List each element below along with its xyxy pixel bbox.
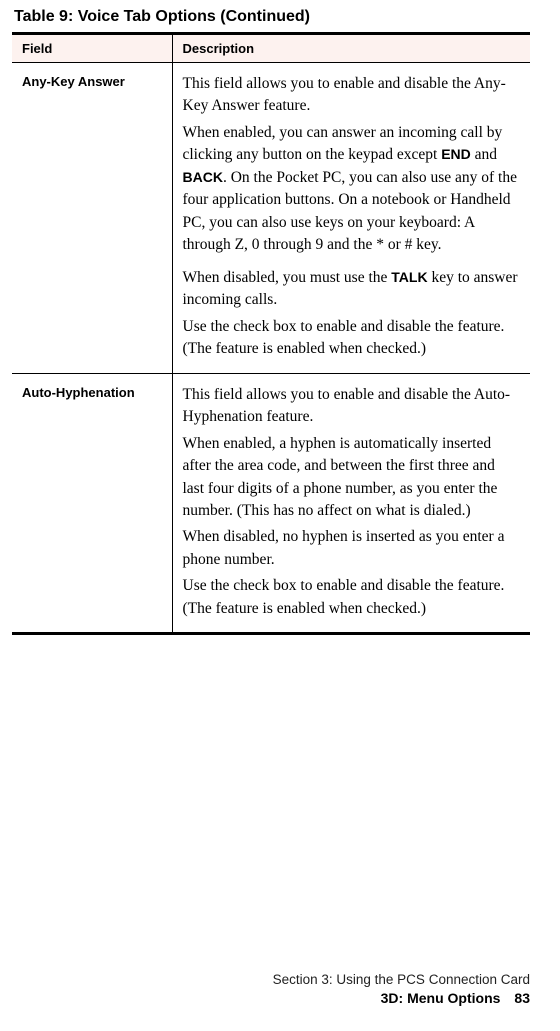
field-auto-hyphenation: Auto-Hyphenation: [12, 373, 172, 634]
table-row: Any-Key Answer This field allows you to …: [12, 63, 530, 374]
keyword-end: END: [441, 146, 471, 162]
field-any-key-answer: Any-Key Answer: [12, 63, 172, 374]
page-footer: Section 3: Using the PCS Connection Card…: [273, 971, 530, 1009]
paragraph: Use the check box to enable and disable …: [183, 316, 521, 361]
paragraph: When enabled, a hyphen is automatically …: [183, 433, 521, 523]
page-number: 83: [514, 990, 530, 1006]
text: and: [471, 146, 497, 163]
breadcrumb: 3D: Menu Options 83: [273, 989, 530, 1009]
table-row: Auto-Hyphenation This field allows you t…: [12, 373, 530, 634]
options-table: Field Description Any-Key Answer This fi…: [12, 32, 530, 635]
paragraph: When disabled, no hyphen is inserted as …: [183, 526, 521, 571]
description-any-key-answer: This field allows you to enable and disa…: [172, 63, 530, 374]
paragraph: When disabled, you must use the TALK key…: [183, 267, 521, 312]
paragraph: This field allows you to enable and disa…: [183, 384, 521, 429]
paragraph: Use the check box to enable and disable …: [183, 575, 521, 620]
paragraph: When enabled, you can answer an incoming…: [183, 122, 521, 257]
table-header-row: Field Description: [12, 34, 530, 63]
text: . On the Pocket PC, you can also use any…: [183, 169, 517, 253]
keyword-back: BACK: [183, 169, 223, 185]
keyword-talk: TALK: [391, 269, 427, 285]
text: When disabled, you must use the: [183, 269, 392, 286]
table-title: Table 9: Voice Tab Options (Continued): [14, 8, 530, 26]
paragraph: This field allows you to enable and disa…: [183, 73, 521, 118]
description-auto-hyphenation: This field allows you to enable and disa…: [172, 373, 530, 634]
section-label: Section 3: Using the PCS Connection Card: [273, 971, 530, 990]
header-field: Field: [12, 34, 172, 63]
header-description: Description: [172, 34, 530, 63]
breadcrumb-text: 3D: Menu Options: [381, 990, 501, 1006]
